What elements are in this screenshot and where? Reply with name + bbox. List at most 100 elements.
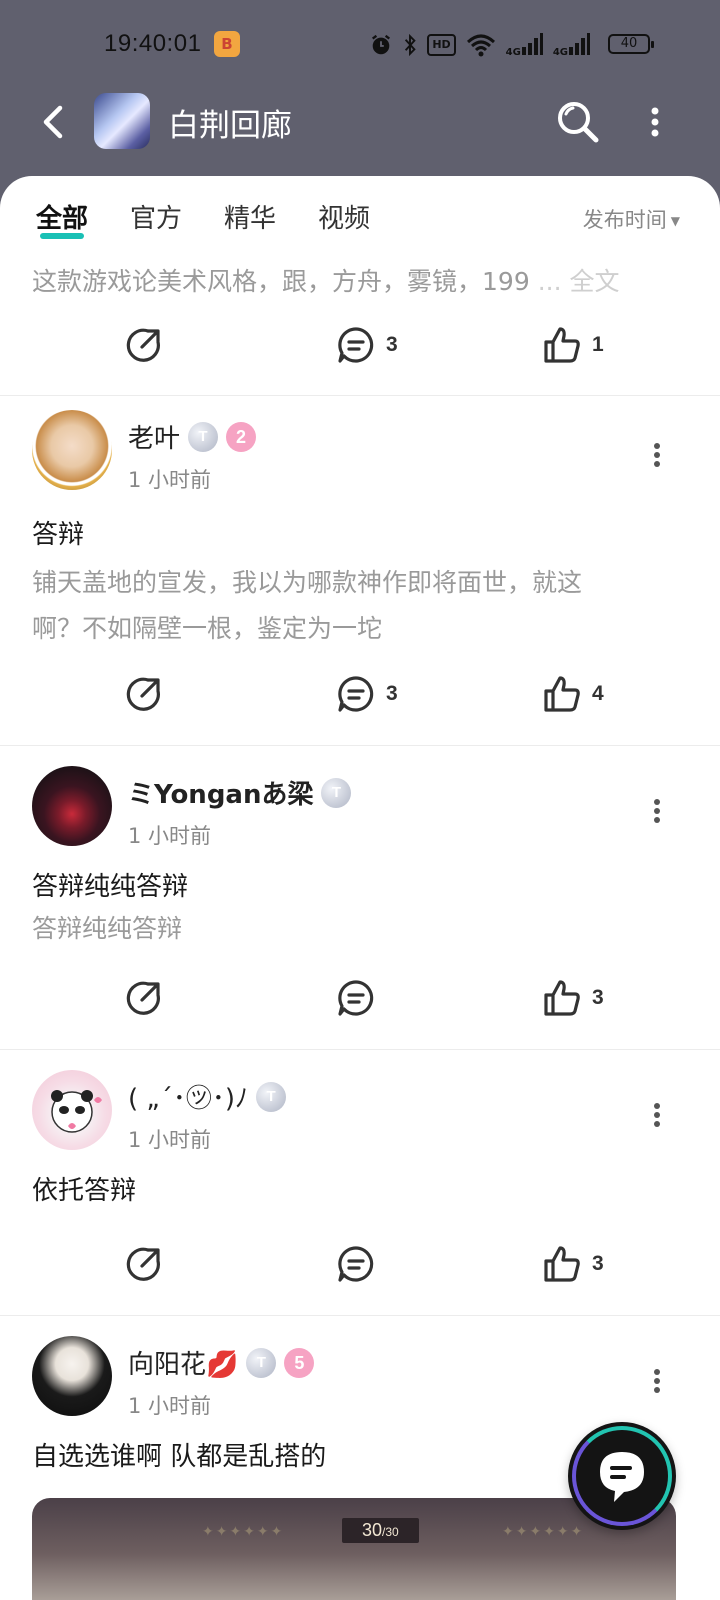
status-time: 19:40:01 xyxy=(104,30,202,57)
sort-label: 发布时间 xyxy=(582,208,667,232)
counter-value: 30 xyxy=(362,1520,383,1540)
post-time: 1 小时前 xyxy=(128,824,212,848)
title-badge-icon: T xyxy=(246,1347,277,1378)
comment-button[interactable] xyxy=(336,1239,376,1289)
share-button[interactable] xyxy=(124,973,164,1023)
hd-voice-icon: HD xyxy=(427,34,456,56)
app-notification-icon: B xyxy=(214,31,240,57)
post-body-line: 啊？不如隔壁一根，鉴定为一坨 xyxy=(32,614,383,643)
bluetooth-icon xyxy=(405,33,417,57)
share-icon xyxy=(126,1247,160,1281)
thumbs-up-icon xyxy=(544,1246,580,1282)
post-title: 答辩纯纯答辩 xyxy=(32,872,189,902)
caret-down-icon: ▼ xyxy=(670,214,680,228)
chat-fab-button[interactable] xyxy=(568,1422,676,1530)
post-time: 1 小时前 xyxy=(128,468,212,492)
post-author[interactable]: ミYonganあ梁 T xyxy=(128,774,352,811)
like-button[interactable]: 3 xyxy=(542,973,604,1023)
post-preview-body: 这款游戏论美术风格，跟，方舟，雾镜，199 xyxy=(32,267,530,296)
like-count: 1 xyxy=(592,333,604,356)
tab-official-label: 官方 xyxy=(130,204,183,234)
avatar[interactable] xyxy=(32,1336,112,1416)
thumbs-up-icon xyxy=(544,327,580,363)
thumbs-up-icon xyxy=(544,676,580,712)
avatar[interactable] xyxy=(32,1070,112,1150)
tab-featured-label: 精华 xyxy=(224,204,277,234)
share-icon xyxy=(126,328,160,362)
comment-button[interactable]: 3 xyxy=(336,669,398,719)
comment-icon xyxy=(338,980,374,1016)
post-title: 答辩 xyxy=(32,520,85,550)
sort-dropdown[interactable]: 发布时间 ▼ xyxy=(583,204,680,234)
post-body-line: 铺天盖地的宣发，我以为哪款神作即将面世，就这 xyxy=(32,568,583,597)
battery-level: 40 xyxy=(608,34,654,54)
share-button[interactable] xyxy=(124,669,164,719)
divider xyxy=(0,1315,720,1316)
post-preview-text[interactable]: 这款游戏论美术风格，跟，方舟，雾镜，199 ... 全文 xyxy=(32,262,619,298)
chat-bubble-icon xyxy=(600,1452,644,1502)
like-count: 3 xyxy=(592,986,604,1009)
comment-button[interactable] xyxy=(336,973,376,1023)
comment-icon xyxy=(338,327,374,363)
like-count: 4 xyxy=(592,682,604,705)
comment-button[interactable]: 3 xyxy=(336,320,398,370)
search-icon[interactable] xyxy=(556,100,600,144)
post-title: 依托答辩 xyxy=(32,1176,137,1206)
image-counter: 30/30 xyxy=(342,1518,419,1543)
thumbs-up-icon xyxy=(544,980,580,1016)
feed-sheet: 全部 官方 精华 视频 发布时间 ▼ 这款游戏论美术风格，跟，方舟，雾镜，199 … xyxy=(0,176,720,1600)
post-body: 铺天盖地的宣发，我以为哪款神作即将面世，就这 啊？不如隔壁一根，鉴定为一坨 xyxy=(32,560,672,652)
post-body: 答辩纯纯答辩 xyxy=(32,906,672,952)
post-author[interactable]: ( „´･㋡･)ﾉ T xyxy=(128,1078,287,1115)
post-author[interactable]: 向阳花💋 T 5 xyxy=(128,1344,315,1381)
title-badge-icon: T xyxy=(321,777,352,808)
more-vertical-icon[interactable] xyxy=(650,1368,664,1394)
signal-label-1: 4G xyxy=(505,46,521,58)
comment-icon xyxy=(338,1246,374,1282)
read-more-link[interactable]: ... 全文 xyxy=(538,267,620,296)
signal-icon-2: 4G xyxy=(552,32,590,58)
group-avatar[interactable] xyxy=(94,93,150,149)
share-icon xyxy=(126,981,160,1015)
like-button[interactable]: 4 xyxy=(542,669,604,719)
avatar[interactable] xyxy=(32,410,112,490)
status-bar: 19:40:01 B HD 4G 4G 40 xyxy=(0,0,720,90)
alarm-icon xyxy=(372,34,391,55)
post-actions: 3 1 xyxy=(0,320,720,370)
post-actions: 3 xyxy=(0,1239,720,1289)
post-actions: 3 xyxy=(0,973,720,1023)
panda-icon xyxy=(51,1090,102,1133)
post-title: 自选选谁啊 队都是乱搭的 xyxy=(32,1442,327,1472)
more-vertical-icon[interactable] xyxy=(640,104,670,140)
like-button[interactable]: 1 xyxy=(542,320,604,370)
page-title: 白荆回廊 xyxy=(168,108,292,144)
back-icon[interactable] xyxy=(36,102,76,142)
tab-video-label: 视频 xyxy=(318,204,371,234)
level-badge: 5 xyxy=(284,1347,315,1378)
battery-icon: 40 xyxy=(608,34,654,54)
signal-label-2: 4G xyxy=(552,46,568,58)
divider xyxy=(0,1049,720,1050)
tab-active-indicator xyxy=(40,233,84,239)
tab-featured[interactable]: 精华 xyxy=(224,198,276,235)
title-badge-icon: T xyxy=(256,1081,287,1112)
comment-icon xyxy=(338,676,374,712)
username: 老叶 xyxy=(128,424,181,454)
tab-all[interactable]: 全部 xyxy=(36,198,88,239)
status-icons: HD 4G 4G xyxy=(369,32,590,58)
post-body-line: 答辩纯纯答辩 xyxy=(32,914,183,943)
post-author[interactable]: 老叶 T 2 xyxy=(128,418,257,455)
username: ミYonganあ梁 xyxy=(128,780,314,810)
share-button[interactable] xyxy=(124,320,164,370)
comment-count: 3 xyxy=(386,333,398,356)
tab-official[interactable]: 官方 xyxy=(130,198,182,235)
comment-count: 3 xyxy=(386,682,398,705)
like-button[interactable]: 3 xyxy=(542,1239,604,1289)
tab-video[interactable]: 视频 xyxy=(318,198,370,235)
wifi-icon xyxy=(466,34,495,57)
more-vertical-icon[interactable] xyxy=(650,798,664,824)
more-vertical-icon[interactable] xyxy=(650,1102,664,1128)
avatar[interactable] xyxy=(32,766,112,846)
more-vertical-icon[interactable] xyxy=(650,442,664,468)
share-button[interactable] xyxy=(124,1239,164,1289)
